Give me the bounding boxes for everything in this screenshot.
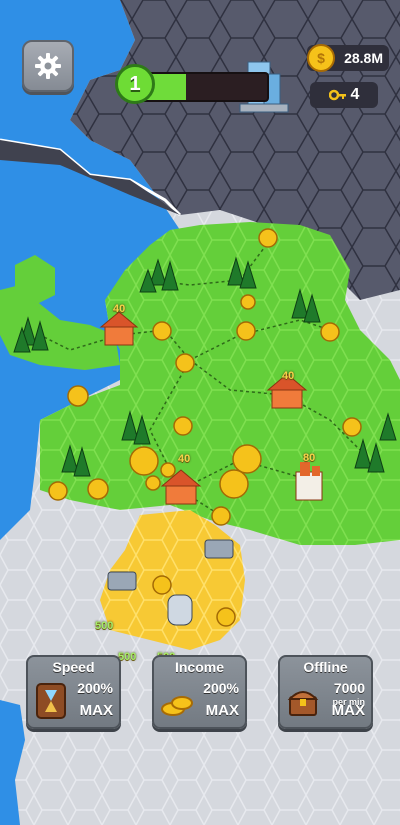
- settings-button[interactable]: [22, 40, 74, 92]
- hourglass-icon: [36, 683, 66, 719]
- coin-icon: $: [307, 44, 335, 72]
- offline-rate: 7000: [333, 680, 365, 696]
- coin-balance-value: 28.8M: [344, 50, 383, 66]
- treasure-chest-icon: [287, 691, 319, 716]
- level-progress: 1: [115, 64, 285, 110]
- speed-boost-card[interactable]: Speed 200% MAX: [26, 655, 121, 729]
- speed-status: MAX: [79, 702, 113, 719]
- income-title: Income: [174, 659, 224, 675]
- svg-text:$: $: [317, 50, 325, 66]
- level-badge: 1: [115, 64, 155, 104]
- house-center-level: 40: [178, 453, 191, 465]
- speed-title: Speed: [52, 659, 95, 675]
- gear-icon: [35, 53, 61, 79]
- speed-value: 200%: [77, 680, 113, 696]
- offline-boost-card[interactable]: Offline 7000 per min MAX: [278, 655, 373, 729]
- yard-cost-left: 500: [95, 620, 114, 632]
- house-top-level: 40: [113, 303, 126, 315]
- level-progress-bar: [135, 72, 269, 102]
- key-balance-value: 4: [350, 86, 360, 103]
- key-balance: 4: [310, 82, 378, 108]
- offline-status: MAX: [331, 702, 365, 719]
- income-status: MAX: [205, 702, 239, 719]
- income-value: 200%: [203, 680, 239, 696]
- income-boost-card[interactable]: Income 200% MAX: [152, 655, 247, 729]
- key-icon: [328, 89, 346, 101]
- coins-stack-icon: [161, 696, 193, 716]
- level-number: 1: [129, 72, 141, 95]
- house-right-level: 40: [282, 370, 295, 382]
- factory-level: 80: [303, 452, 316, 464]
- offline-title: Offline: [303, 659, 348, 675]
